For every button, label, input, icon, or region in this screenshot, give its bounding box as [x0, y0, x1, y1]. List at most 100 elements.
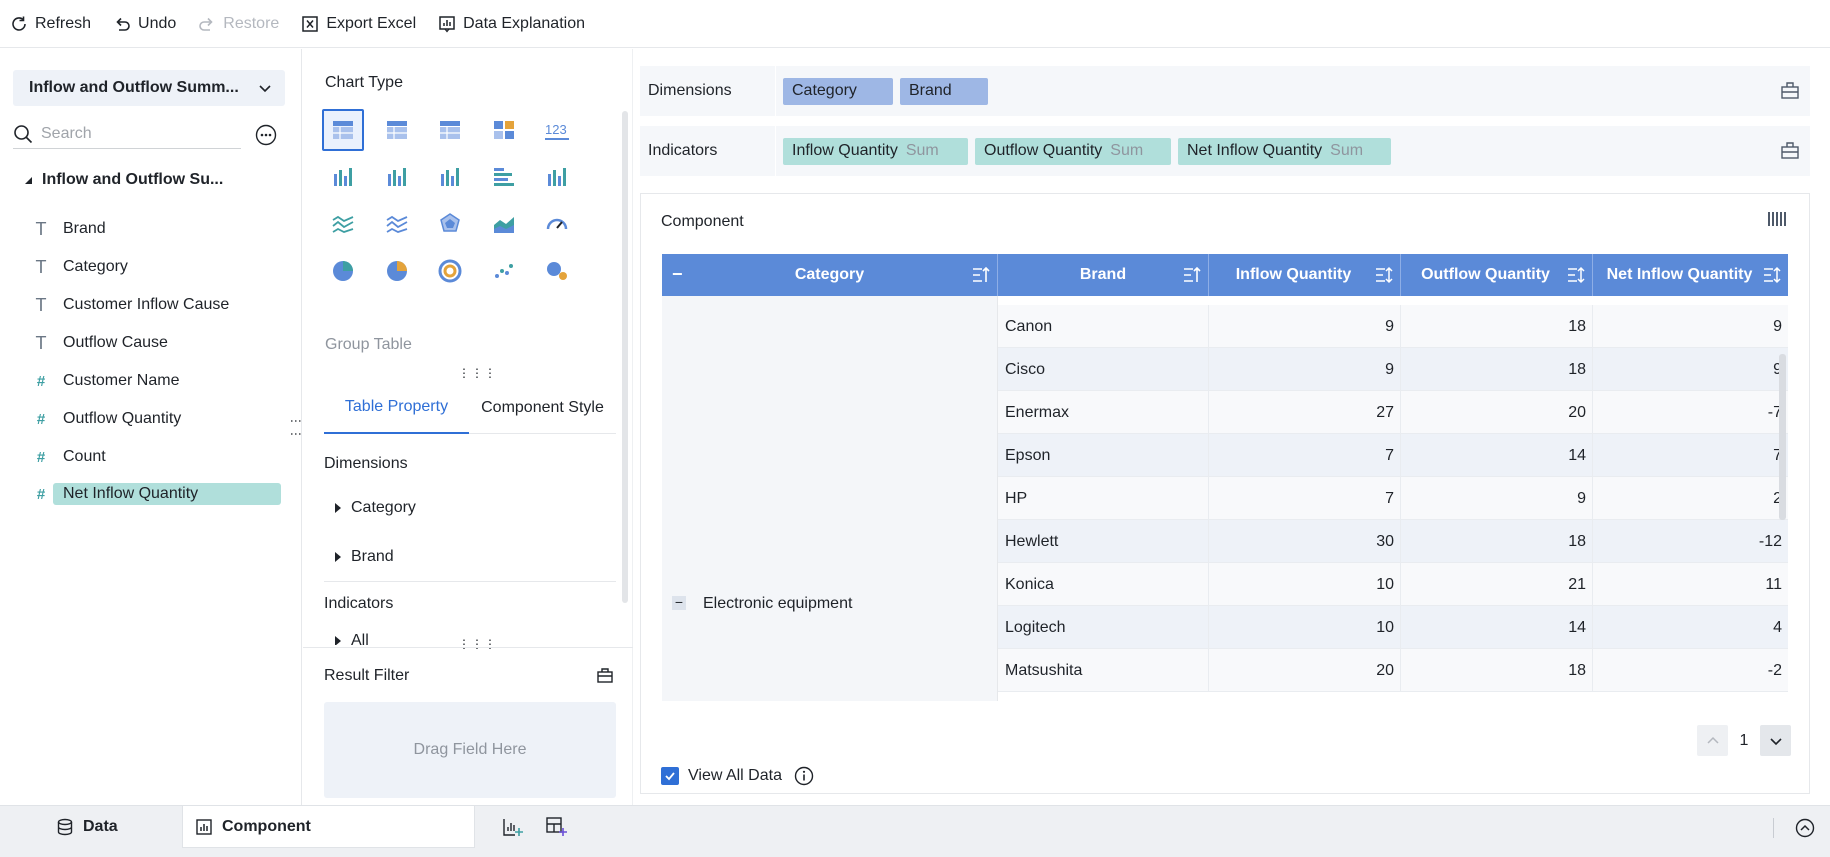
sort-ascending-icon[interactable] — [971, 265, 991, 285]
panel-scrollbar[interactable] — [622, 111, 628, 603]
panel-resize-handle[interactable]: ⋮⋮ — [289, 415, 303, 441]
column-width-icon[interactable] — [1767, 210, 1789, 228]
header-inflow-quantity[interactable]: Inflow Quantity — [1209, 254, 1401, 296]
indicator-pill-inflow[interactable]: Inflow Quantity Sum — [783, 137, 968, 165]
cell-brand: Konica — [998, 563, 1209, 606]
chart-type-rose[interactable] — [376, 250, 418, 292]
field-item-customer-name[interactable]: # Customer Name — [30, 368, 180, 394]
chart-type-grouped-column[interactable] — [376, 156, 418, 198]
view-all-data-checkbox[interactable]: View All Data — [661, 766, 814, 786]
field-item-count[interactable]: # Count — [30, 444, 106, 470]
tree-root-dataset[interactable]: Inflow and Outflow Su... — [24, 171, 223, 189]
column-icon — [441, 168, 459, 186]
collapse-group-icon[interactable]: − — [672, 595, 686, 610]
table-scrollbar[interactable] — [1779, 354, 1786, 520]
dataset-select[interactable]: Inflow and Outflow Summ... — [13, 70, 285, 106]
tab-component[interactable]: Component — [182, 806, 475, 848]
header-brand[interactable]: Brand — [998, 254, 1209, 296]
indicator-pill-net-inflow[interactable]: Net Inflow Quantity Sum — [1178, 137, 1391, 165]
dimension-pill-brand[interactable]: Brand — [900, 77, 988, 105]
slot-settings-icon[interactable] — [1780, 140, 1800, 160]
dimension-item-brand[interactable]: Brand — [335, 548, 394, 566]
header-net-inflow-quantity[interactable]: Net Inflow Quantity — [1593, 254, 1788, 296]
chart-type-bubble[interactable] — [536, 250, 578, 292]
bottom-bar: Data Component — [0, 805, 1830, 857]
chart-type-pie[interactable] — [322, 250, 364, 292]
bubble-icon — [547, 262, 567, 280]
collapse-up-icon[interactable] — [1795, 818, 1815, 838]
chart-type-parallel[interactable] — [376, 203, 418, 245]
collapse-all-icon[interactable]: − — [672, 264, 683, 285]
dimension-item-category[interactable]: Category — [335, 499, 416, 517]
divider — [324, 581, 616, 582]
sort-ascending-icon[interactable] — [1182, 265, 1202, 285]
chart-type-gauge[interactable] — [536, 203, 578, 245]
dimension-pill-category[interactable]: Category — [783, 77, 893, 105]
sort-icon[interactable] — [1374, 265, 1394, 285]
header-label: Inflow Quantity — [1235, 266, 1352, 283]
indicator-pill-outflow[interactable]: Outflow Quantity Sum — [975, 137, 1171, 165]
more-options-icon[interactable] — [255, 124, 277, 146]
add-dashboard-icon[interactable] — [545, 816, 567, 838]
chart-type-line[interactable] — [322, 203, 364, 245]
table-row: Enermax 27 20 -7 — [998, 391, 1788, 434]
chart-type-bar[interactable] — [483, 156, 525, 198]
chart-type-sunburst[interactable] — [429, 250, 471, 292]
search-icon — [14, 124, 33, 143]
field-item-customer-inflow-cause[interactable]: T Customer Inflow Cause — [30, 292, 230, 318]
indicator-item-all[interactable]: All — [335, 632, 369, 645]
detail-table-icon — [440, 121, 460, 139]
field-label: Category — [63, 258, 128, 275]
field-item-brand[interactable]: T Brand — [30, 216, 106, 242]
indicators-slot: Indicators Inflow Quantity Sum Outflow Qu… — [640, 126, 1810, 176]
chart-type-detail-table[interactable] — [429, 109, 471, 151]
group-label: Electronic equipment — [703, 595, 853, 612]
resize-handle-top[interactable]: ⋮⋮⋮ — [458, 367, 497, 379]
chart-type-radar[interactable] — [429, 203, 471, 245]
cell-value: 4 — [1773, 618, 1782, 636]
search-input[interactable] — [41, 124, 231, 143]
field-item-category[interactable]: T Category — [30, 254, 128, 280]
tab-component-style[interactable]: Component Style — [469, 382, 616, 434]
sort-icon[interactable] — [1566, 265, 1586, 285]
number-field-icon: # — [36, 372, 46, 390]
chart-type-cross-table[interactable] — [376, 109, 418, 151]
data-field-panel: Inflow and Outflow Summ... Inflow and Ou… — [0, 49, 303, 805]
cell-brand: Canon — [998, 305, 1209, 348]
sort-icon[interactable] — [1762, 265, 1782, 285]
tab-data[interactable]: Data — [56, 806, 118, 848]
result-filter-title: Result Filter — [324, 667, 410, 684]
line-icon — [332, 215, 354, 233]
info-icon[interactable] — [794, 766, 814, 786]
add-component-icon[interactable] — [502, 816, 524, 838]
chart-type-kpi-number[interactable]: 123 — [536, 109, 578, 151]
table-row: HP 7 9 2 — [998, 477, 1788, 520]
export-excel-button[interactable]: Export Excel — [301, 15, 416, 33]
filter-drop-zone[interactable]: Drag Field Here — [324, 702, 616, 798]
page-down-button[interactable] — [1760, 725, 1791, 756]
header-outflow-quantity[interactable]: Outflow Quantity — [1401, 254, 1593, 296]
slot-settings-icon[interactable] — [1780, 80, 1800, 100]
refresh-button[interactable]: Refresh — [10, 15, 91, 33]
filter-settings-icon[interactable] — [596, 666, 614, 684]
page-up-button[interactable] — [1697, 725, 1728, 756]
field-item-outflow-quantity[interactable]: # Outflow Quantity — [30, 406, 181, 432]
chart-type-column[interactable] — [429, 156, 471, 198]
data-explanation-icon — [439, 15, 455, 33]
chart-type-title: Chart Type — [325, 74, 403, 91]
field-label: Count — [63, 448, 106, 465]
data-explanation-button[interactable]: Data Explanation — [438, 15, 585, 33]
chart-type-multi-indicator-card[interactable] — [483, 109, 525, 151]
header-category[interactable]: − Category — [662, 254, 998, 296]
tab-table-property[interactable]: Table Property — [324, 382, 469, 434]
undo-button[interactable]: Undo — [113, 15, 176, 33]
chart-type-waterfall[interactable] — [536, 156, 578, 198]
restore-button[interactable]: Restore — [198, 15, 279, 33]
field-item-outflow-cause[interactable]: T Outflow Cause — [30, 330, 168, 356]
chart-type-area[interactable] — [483, 203, 525, 245]
field-label: Brand — [63, 220, 106, 237]
chart-type-group-table[interactable] — [322, 109, 364, 151]
chart-type-stacked-column[interactable] — [322, 156, 364, 198]
chart-type-scatter[interactable] — [483, 250, 525, 292]
field-item-net-inflow-quantity[interactable]: # Net Inflow Quantity — [30, 481, 281, 507]
